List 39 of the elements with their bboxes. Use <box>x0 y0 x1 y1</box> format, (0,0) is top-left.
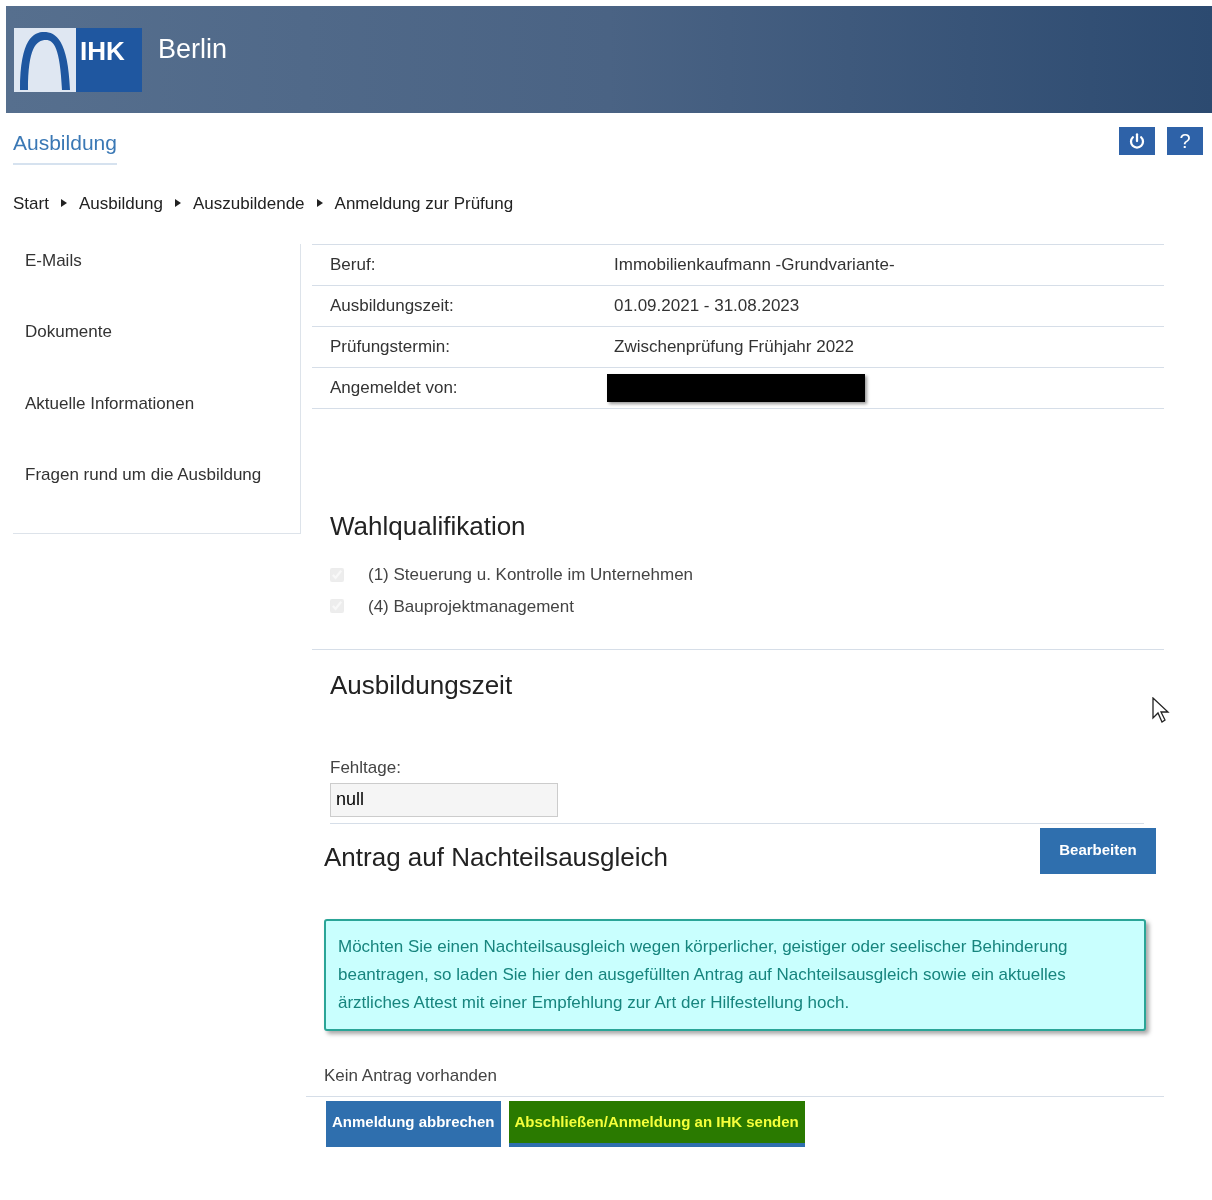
field-label: Fehltage: <box>330 757 401 779</box>
section-heading: Wahlqualifikation <box>330 510 527 543</box>
detail-label: Ausbildungszeit: <box>330 295 455 318</box>
detail-label: Beruf: <box>330 254 377 277</box>
power-icon <box>1128 132 1146 150</box>
section-heading: Antrag auf Nachteilsausgleich <box>324 840 668 874</box>
arch-icon <box>14 27 76 92</box>
checkbox-label: (4) Bauprojektmanagement <box>368 595 574 618</box>
edit-button[interactable]: Bearbeiten <box>1040 827 1156 874</box>
input-field[interactable]: null <box>330 782 558 817</box>
sidebar-item[interactable]: Aktuelle Informationen <box>13 390 300 462</box>
breadcrumb-link[interactable]: Auszubildende <box>193 190 305 216</box>
cursor-icon <box>1152 697 1172 725</box>
caret-icon <box>316 199 323 208</box>
detail-label: Prüfungstermin: <box>330 336 451 359</box>
help-button[interactable]: ? <box>1167 127 1203 155</box>
info-notice: Möchten Sie einen Nachteilsausgleich wegen körperlicher, geistiger oder seelischer Behinderung beantragen, so laden Sie hier den ausgefüllten Antrag auf Nachteilsausgleich sowie ein aktuelles ärztliches Attest mit einer Empfehlung zur Art der Hilfestellung hoch. <box>324 918 1146 1031</box>
checkbox-label: (1) Steuerung u. Kontrolle im Unternehmen <box>368 564 694 586</box>
breadcrumb-link[interactable]: Ausbildung <box>78 190 164 216</box>
logo[interactable]: IHK <box>14 27 142 92</box>
sidebar-item[interactable]: E-Mails <box>13 248 300 320</box>
status-text: Kein Antrag vorhanden <box>324 1064 497 1087</box>
logo-text: IHK <box>79 34 125 68</box>
detail-value: Zwischenprüfung Frühjahr 2022 <box>614 336 855 359</box>
power-button[interactable] <box>1119 127 1155 155</box>
submit-button[interactable]: Abschließen/Anmeldung an IHK senden <box>508 1101 805 1147</box>
sidebar-item[interactable]: Fragen rund um die Ausbildung <box>13 461 300 533</box>
section-heading: Ausbildungszeit <box>330 669 514 702</box>
sidebar-item[interactable]: Dokumente <box>13 319 300 391</box>
city-name: Berlin <box>158 33 228 67</box>
breadcrumb-link[interactable]: Anmeldung zur Prüfung <box>334 190 514 216</box>
caret-icon <box>60 199 67 208</box>
detail-value: 01.09.2021 - 31.08.2023 <box>614 295 800 318</box>
section-title: Ausbildung <box>13 127 117 165</box>
caret-icon <box>175 199 182 208</box>
cancel-button[interactable]: Anmeldung abbrechen <box>326 1101 501 1147</box>
breadcrumb-link[interactable]: Start <box>13 190 49 216</box>
detail-label: Angemeldet von: <box>330 377 459 400</box>
detail-value: Immobilienkaufmann -Grundvariante- <box>614 254 895 277</box>
